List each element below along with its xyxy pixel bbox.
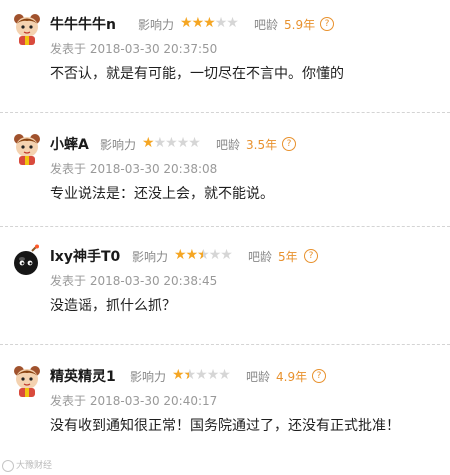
influence-label: 影响力 [130, 370, 167, 384]
influence-label: 影响力 [100, 138, 137, 152]
cartoon-avatar-icon[interactable] [10, 364, 44, 398]
star-empty-icon: ★ [206, 367, 220, 383]
star-filled-icon: ★ [191, 15, 205, 31]
influence-stars: ★★★★★ [142, 135, 201, 151]
star-filled-icon: ★ [172, 367, 185, 383]
influence-label: 影响力 [132, 250, 169, 264]
star-empty-icon: ★ [214, 15, 228, 31]
comment-item: 牛牛牛牛n 影响力 ★★★★★ 吧龄 5.9年? 发表于 2018-03-30 20:37… [0, 0, 450, 110]
influence-stars: ★★★★★★ [172, 367, 231, 383]
posted-prefix: 发表于 [50, 394, 87, 408]
star-empty-icon: ★ [188, 135, 201, 151]
comment-text: 不否认，就是有可能，一切尽在不言中。你懂的 [50, 66, 344, 82]
bar-age-value: 4.9年 [276, 370, 308, 384]
watermark: 大豫财经 [2, 458, 52, 472]
star-empty-icon: ★ [176, 135, 190, 151]
username[interactable]: 牛牛牛牛n [50, 14, 116, 34]
posted-time: 2018-03-30 20:40:17 [89, 394, 218, 408]
posted-time: 2018-03-30 20:38:08 [89, 162, 218, 176]
cartoon-avatar-icon[interactable] [10, 12, 44, 46]
comment-list: 牛牛牛牛n 影响力 ★★★★★ 吧龄 5.9年? 发表于 2018-03-30 20:37… [0, 0, 450, 475]
star-empty-icon: ★ [195, 367, 208, 383]
star-filled-icon: ★ [180, 15, 193, 31]
bar-age-label: 吧龄 [248, 250, 273, 264]
posted-prefix: 发表于 [50, 162, 87, 176]
star-filled-icon: ★ [174, 247, 187, 263]
help-icon[interactable]: ? [282, 137, 296, 151]
username[interactable]: lxy神手T0 [50, 246, 120, 266]
comment-text: 没造谣，抓什么抓？ [50, 298, 176, 314]
star-empty-icon: ★ [218, 367, 231, 383]
weibo-icon [2, 459, 14, 472]
watermark-text: 大豫财经 [16, 461, 53, 471]
star-empty-icon: ★ [153, 135, 167, 151]
comment-item: 小蟀A 影响力 ★★★★★ 吧龄 3.5年? 发表于 2018-03-30 20:38:0… [0, 120, 450, 230]
post-timestamp: 发表于 2018-03-30 20:38:45 [50, 272, 217, 289]
bar-age-label: 吧龄 [254, 18, 279, 32]
star-filled-icon: ★ [142, 135, 155, 151]
star-filled-icon: ★ [203, 15, 216, 31]
star-half-icon: ★★ [183, 367, 197, 383]
comment-divider [0, 344, 450, 345]
comment-text: 没有收到通知很正常！国务院通过了，还没有正式批准！ [50, 418, 400, 434]
comment-item: 精英精灵1影响力★★★★★★吧龄4.9年?发表于 2018-03-30 20:4… [0, 352, 450, 462]
help-icon[interactable]: ? [304, 249, 318, 263]
posted-time: 2018-03-30 20:37:50 [89, 42, 218, 56]
bar-age-value: 5年 [278, 250, 298, 264]
bar-age-label: 吧龄 [246, 370, 271, 384]
star-empty-icon: ★ [220, 247, 233, 263]
help-icon[interactable]: ? [312, 369, 326, 383]
post-timestamp: 发表于 2018-03-30 20:40:17 [50, 392, 217, 409]
post-timestamp: 发表于 2018-03-30 20:37:50 [50, 40, 217, 57]
post-timestamp: 发表于 2018-03-30 20:38:08 [50, 160, 217, 177]
star-empty-icon: ★ [208, 247, 222, 263]
influence-stars: ★★★★★★ [174, 247, 233, 263]
help-icon[interactable]: ? [320, 17, 334, 31]
influence-label: 影响力 [138, 18, 175, 32]
username[interactable]: 小蟀A [50, 134, 89, 154]
bar-age-label: 吧龄 [216, 138, 241, 152]
star-half-icon: ★★ [197, 247, 210, 263]
comment-divider [0, 112, 450, 113]
bomb-avatar-icon[interactable] [10, 244, 44, 278]
comment-text: 专业说法是：还没上会，就不能说。 [50, 186, 274, 202]
username[interactable]: 精英精灵1 [50, 366, 116, 386]
posted-prefix: 发表于 [50, 42, 87, 56]
influence-stars: ★★★★★ [180, 15, 239, 31]
posted-prefix: 发表于 [50, 274, 87, 288]
bar-age-value: 5.9年 [284, 18, 316, 32]
posted-time: 2018-03-30 20:38:45 [89, 274, 218, 288]
comment-item: lxy神手T0影响力★★★★★★吧龄5年?发表于 2018-03-30 20:3… [0, 232, 450, 342]
star-empty-icon: ★ [226, 15, 239, 31]
star-empty-icon: ★ [165, 135, 178, 151]
bar-age-value: 3.5年 [246, 138, 278, 152]
cartoon-avatar-icon[interactable] [10, 132, 44, 166]
star-filled-icon: ★ [185, 247, 199, 263]
